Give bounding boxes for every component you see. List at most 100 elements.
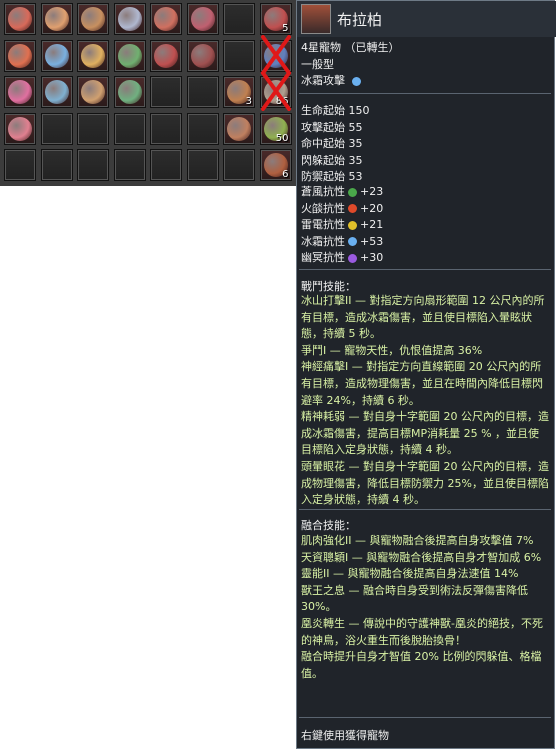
pet-item-icon	[44, 80, 69, 104]
fire-icon	[348, 204, 357, 213]
combat-skills-title: 戰鬥技能：	[301, 280, 356, 293]
pet-item-icon	[117, 43, 142, 68]
inventory-slot[interactable]	[186, 149, 219, 181]
skill-entry: 神經痛擊I — 對指定方向直線範圍 20 公尺內的所有目標，造成物理傷害，並且在…	[301, 360, 543, 407]
inventory-slot[interactable]: 5	[259, 3, 292, 35]
inventory-slot[interactable]	[259, 34, 292, 75]
item-quantity: 5	[282, 23, 289, 34]
tooltip-footer: 右鍵使用獲得寵物	[301, 729, 389, 742]
inventory-slot[interactable]	[77, 3, 109, 35]
pet-item-icon	[117, 7, 142, 31]
stat-line: 命中起始 35	[301, 137, 363, 150]
skill-entry: 天資聰穎I — 與寵物融合後提高自身才智加成 6%	[301, 550, 542, 564]
pet-item-icon	[8, 80, 32, 104]
inventory-slot[interactable]	[40, 3, 73, 35]
inventory-slot[interactable]	[150, 76, 182, 108]
inventory-slot[interactable]	[40, 76, 73, 108]
inventory-slot[interactable]: 86	[259, 71, 292, 111]
pet-item-icon	[263, 43, 288, 68]
inventory-slot[interactable]	[40, 39, 73, 72]
inventory-slot[interactable]	[223, 149, 255, 181]
nether-icon	[348, 253, 357, 263]
skill-entry: 靈能II — 與寵物融合後提高自身法速值 14%	[301, 567, 519, 581]
pet-item-icon	[44, 7, 69, 31]
inventory-slot[interactable]	[77, 149, 109, 181]
inventory-slot[interactable]	[223, 112, 255, 145]
inventory-slot[interactable]	[4, 76, 36, 108]
skill-entry: 爭鬥I — 寵物天性，仇恨值提高 36%	[301, 343, 483, 357]
inventory-slot[interactable]	[186, 39, 219, 72]
inventory-slot[interactable]	[150, 3, 182, 35]
inventory-slot[interactable]	[40, 149, 73, 181]
snowflake-icon	[351, 76, 361, 86]
inventory-slot[interactable]	[150, 112, 182, 145]
attack-type: 冰霜攻擊	[301, 72, 364, 88]
divider	[299, 717, 551, 718]
pet-item-icon	[117, 80, 142, 104]
skill-entry: 冰山打擊II — 對指定方向扇形範圍 12 公尺內的所有目標，造成冰霜傷害，並且…	[301, 294, 545, 341]
pet-tooltip: 布拉柏 4星寵物 （已轉生） 一般型 冰霜攻擊 戰鬥技能： 冰山打擊II — 對…	[296, 0, 556, 749]
inventory-slot[interactable]	[113, 76, 146, 108]
lightning-icon	[348, 220, 357, 230]
pet-item-icon	[8, 116, 32, 141]
inventory-slot[interactable]	[186, 76, 219, 108]
inventory-slot[interactable]	[113, 3, 146, 35]
item-quantity: 3	[245, 96, 252, 107]
inventory-slot[interactable]	[77, 76, 109, 108]
item-quantity: 50	[275, 132, 289, 144]
divider	[299, 509, 551, 510]
inventory-slot[interactable]: 3	[223, 76, 255, 108]
inventory-slot[interactable]	[77, 112, 109, 145]
skill-entry: 肌肉強化II — 與寵物融合後提高自身攻擊值 7%	[301, 534, 534, 547]
pet-item-icon	[227, 116, 251, 141]
stat-line: 閃躲起始 35	[301, 153, 363, 167]
inventory-slot[interactable]	[113, 112, 146, 145]
pet-item-icon	[81, 43, 105, 68]
fusion-skills-text: 肌肉強化II — 與寵物融合後提高自身攻擊值 7% 天資聰穎I — 與寵物融合後提…	[301, 533, 549, 682]
inventory-slot[interactable]	[4, 112, 36, 145]
inventory-slot[interactable]	[4, 3, 36, 35]
pet-item-icon	[81, 80, 105, 104]
skill-entry: 頭暈眼花 — 對自身十字範圍 20 公尺內的目標，造成物理傷害，降低目標防禦力 …	[301, 459, 549, 507]
skill-entry: 融合時提升自身才智值 20% 比例的閃躲值、格檔值。	[301, 650, 542, 680]
pet-item-icon	[154, 7, 178, 31]
inventory-slot[interactable]	[150, 149, 182, 181]
inventory-slot[interactable]	[186, 112, 219, 145]
pet-item-icon	[190, 7, 215, 31]
divider	[299, 93, 551, 94]
resistance-line: 蒼風抗性 +23	[301, 185, 384, 198]
divider	[299, 269, 551, 270]
pet-item-icon	[154, 43, 178, 68]
inventory-slot[interactable]	[150, 39, 182, 72]
inventory-slot[interactable]	[223, 39, 255, 72]
item-quantity: 6	[282, 169, 289, 180]
fusion-skills-title: 融合技能：	[301, 519, 356, 532]
inventory-slot[interactable]	[113, 39, 146, 72]
inventory-slot[interactable]	[4, 149, 36, 181]
resistance-line: 冰霜抗性 +53	[301, 234, 384, 248]
wind-icon	[348, 187, 357, 197]
inventory-slot[interactable]: 6	[259, 149, 292, 181]
pet-item-icon	[81, 7, 105, 31]
resistance-line: 火燄抗性 +20	[301, 201, 384, 215]
stat-line: 生命起始 150	[301, 104, 370, 117]
inventory-slot[interactable]	[40, 112, 73, 145]
pet-type: 一般型	[301, 58, 334, 71]
inventory-slot[interactable]: 50	[259, 112, 292, 145]
pet-item-icon	[44, 43, 69, 68]
skill-entry: 凰炎轉生 — 傳說中的守護神獸-凰炎的絕技，不死的神鳥，浴火重生而後脫胎換骨！	[301, 616, 543, 647]
pet-item-icon	[190, 43, 215, 68]
inventory-slot[interactable]	[113, 149, 146, 181]
inventory-slot[interactable]	[186, 3, 219, 35]
pet-portrait-icon	[301, 4, 331, 34]
skill-entry: 精神耗弱 — 對自身十字範圍 20 公尺內的目標，造成冰霜傷害，提高目標MP消耗…	[301, 410, 549, 457]
inventory-slot[interactable]	[4, 39, 36, 72]
pet-star-rank: 4星寵物 （已轉生）	[301, 41, 400, 54]
snowflake-icon	[348, 237, 357, 246]
pet-inventory-grid: 5 3 86 50 6	[0, 0, 297, 186]
resistance-line: 幽冥抗性 +30	[301, 251, 384, 264]
inventory-slot[interactable]	[223, 3, 255, 35]
tooltip-header: 布拉柏	[297, 1, 556, 37]
skill-entry: 獸王之息 — 融合時自身受到術法反彈傷害降低 30%。	[301, 583, 528, 614]
inventory-slot[interactable]	[77, 39, 109, 72]
